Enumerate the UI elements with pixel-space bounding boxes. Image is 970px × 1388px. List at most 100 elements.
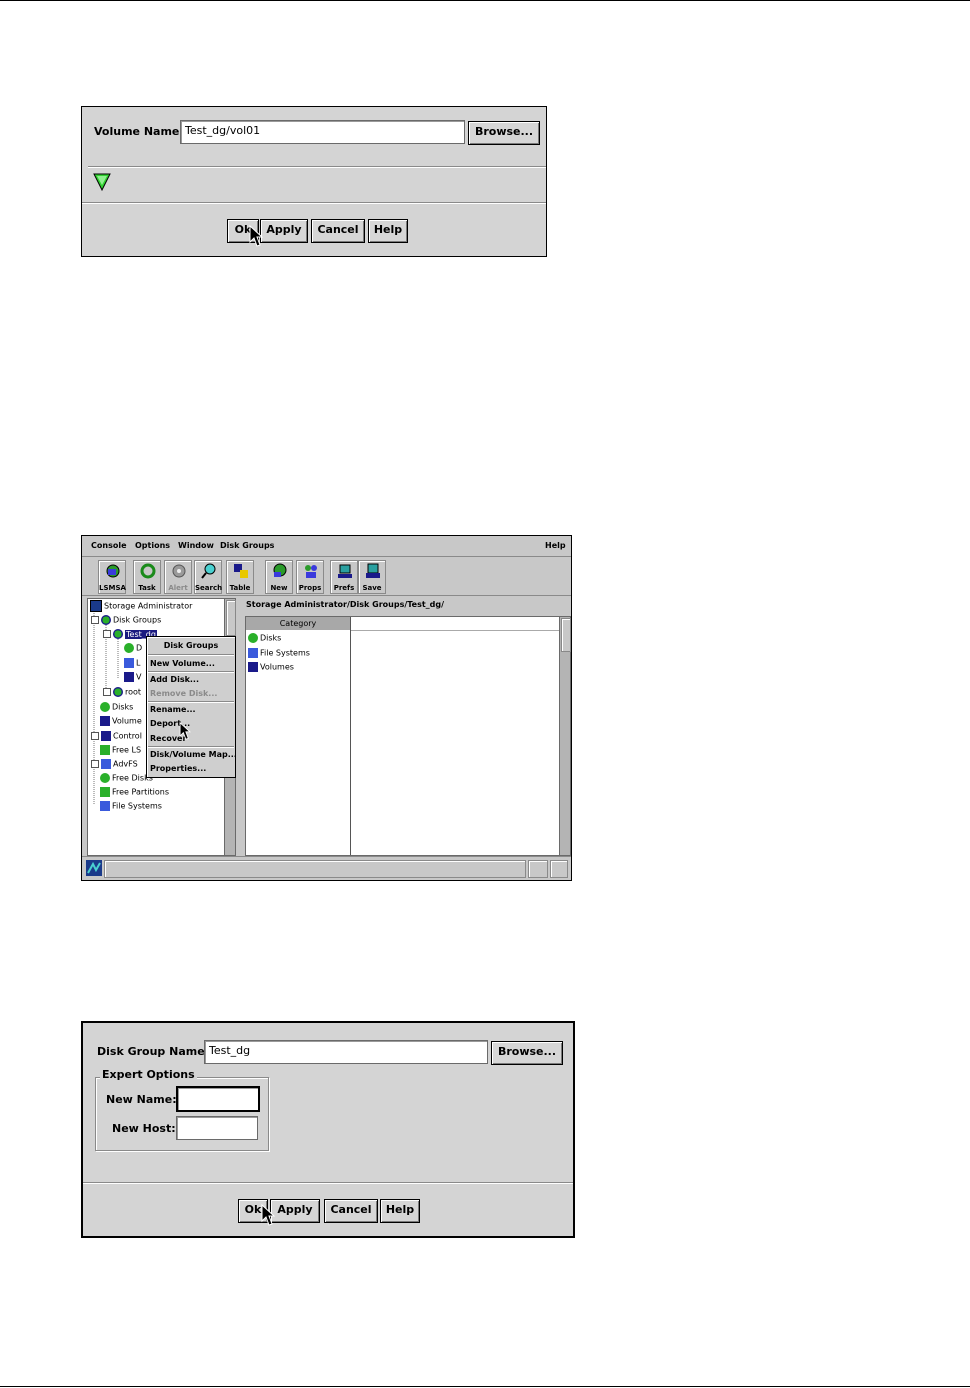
volume-name-field[interactable]: Test_dg/vol01 [180,120,465,144]
volume-dialog: Volume Name: Test_dg/vol01 Browse... Ok … [81,106,547,257]
menu-window[interactable]: Window [178,541,214,550]
divider [148,746,234,747]
divider [83,1182,573,1183]
lsmsa-icon [106,564,120,578]
table-icon [234,564,248,578]
help-button[interactable]: Help [368,219,408,243]
controller-icon [101,731,111,741]
disk-groups-context-menu: Disk Groups New Volume... Add Disk... Re… [146,636,237,778]
menu-item-new-volume[interactable]: New Volume... [150,659,215,668]
toolbar-lsmsa-button[interactable]: LSMSA [98,560,126,594]
disk-icon [100,702,110,712]
tree-item-advfs[interactable]: AdvFS [91,759,138,769]
menu-disk-groups[interactable]: Disk Groups [220,541,274,550]
new-name-label: New Name: [106,1093,177,1106]
divider [82,202,546,203]
page-top-rule [0,0,970,1]
deport-disk-group-dialog: Disk Group Name: Test_dg Browse... Exper… [81,1021,575,1238]
menu-item-disk-volume-map[interactable]: Disk/Volume Map... [150,750,237,759]
tree-item-disks-sub[interactable]: D [124,643,142,653]
prefs-icon [338,564,352,578]
expert-options-title: Expert Options [100,1068,197,1081]
toolbar-prefs-button[interactable]: Prefs [330,560,358,594]
save-icon [366,563,380,578]
free-partition-icon [100,787,110,797]
category-row-disks[interactable]: Disks [248,633,281,643]
search-icon [201,563,216,579]
disk-group-icon [113,629,123,639]
new-host-label: New Host: [112,1122,176,1135]
list-scrollbar[interactable] [559,616,571,856]
category-row-volumes[interactable]: Volumes [248,662,294,672]
empty-column-header [351,617,560,631]
apply-button[interactable]: Apply [260,219,308,243]
tree-item-controllers[interactable]: Control [91,731,142,741]
tree-item-storage-administrator[interactable]: Storage Administrator [90,600,192,612]
volume-icon [124,672,134,682]
column-divider [350,617,351,855]
tree-item-free-disks[interactable]: Free Disks [100,773,153,783]
file-system-icon [248,648,258,658]
expand-icon [91,760,99,768]
toolbar-new-button[interactable]: New [265,560,293,594]
menu-help[interactable]: Help [545,541,566,550]
category-column-header[interactable]: Category [246,617,351,630]
cancel-button[interactable]: Cancel [311,219,365,243]
advfs-icon [101,759,111,769]
browse-button[interactable]: Browse... [491,1041,563,1065]
disk-group-name-label: Disk Group Name: [97,1045,210,1058]
help-button[interactable]: Help [380,1199,420,1223]
menu-item-add-disk[interactable]: Add Disk... [150,675,199,684]
page-bottom-rule [0,1386,970,1387]
mouse-pointer-icon [179,722,191,740]
collapse-icon [103,630,111,638]
menu-item-rename[interactable]: Rename... [150,705,196,714]
status-message-area [104,860,526,878]
tree-item-volumes[interactable]: Volume [100,716,142,726]
file-system-icon [100,801,110,811]
menu-item-remove-disk[interactable]: Remove Disk... [150,689,217,698]
new-icon [273,563,287,577]
volume-icon [248,662,258,672]
browse-button[interactable]: Browse... [468,121,540,145]
disk-group-name-field[interactable]: Test_dg [204,1040,488,1064]
tree-scrollbar-thumb[interactable] [226,600,236,636]
menu-bar: Console Options Window Disk Groups Help [82,536,571,557]
tree-item-disk-groups[interactable]: Disk Groups [91,615,161,625]
toolbar-table-button[interactable]: Table [226,560,254,594]
file-system-icon [124,658,134,668]
toolbar-save-button[interactable]: Save [358,560,386,594]
menu-item-properties[interactable]: Properties... [150,764,206,773]
disk-icon [124,643,134,653]
alert-icon [172,564,186,578]
new-host-field[interactable] [176,1116,258,1140]
disk-group-icon [113,687,123,697]
toolbar-props-button[interactable]: Props [296,560,324,594]
tree-item-free-partitions[interactable]: Free Partitions [100,787,169,797]
mouse-pointer-icon [249,225,263,247]
status-ok-icon [93,173,111,191]
divider [148,671,234,672]
category-list[interactable]: Category Disks File Systems Volumes [245,616,561,856]
collapse-icon [91,616,99,624]
divider [148,701,234,702]
apply-button[interactable]: Apply [270,1199,320,1223]
tree-item-file-systems[interactable]: File Systems [100,801,162,811]
tree-item-free-lsm[interactable]: Free LS [100,745,141,755]
new-name-field[interactable] [176,1086,260,1112]
tree-item-rootdg[interactable]: root [103,687,141,697]
tree-item-disks[interactable]: Disks [100,702,133,712]
list-scrollbar-thumb[interactable] [561,618,571,652]
menu-console[interactable]: Console [91,541,127,550]
status-cell [528,860,548,878]
toolbar-search-button[interactable]: Search [194,560,222,594]
toolbar-alert-button[interactable]: Alert [164,560,192,594]
menu-options[interactable]: Options [135,541,170,550]
category-row-file-systems[interactable]: File Systems [248,648,310,658]
storage-admin-icon [90,600,102,612]
toolbar-task-button[interactable]: Task [133,560,161,594]
tree-item-volumes-sub[interactable]: V [124,672,141,682]
cancel-button[interactable]: Cancel [324,1199,378,1223]
status-cell [550,860,568,878]
tree-item-filesystems-sub[interactable]: L [124,658,140,668]
